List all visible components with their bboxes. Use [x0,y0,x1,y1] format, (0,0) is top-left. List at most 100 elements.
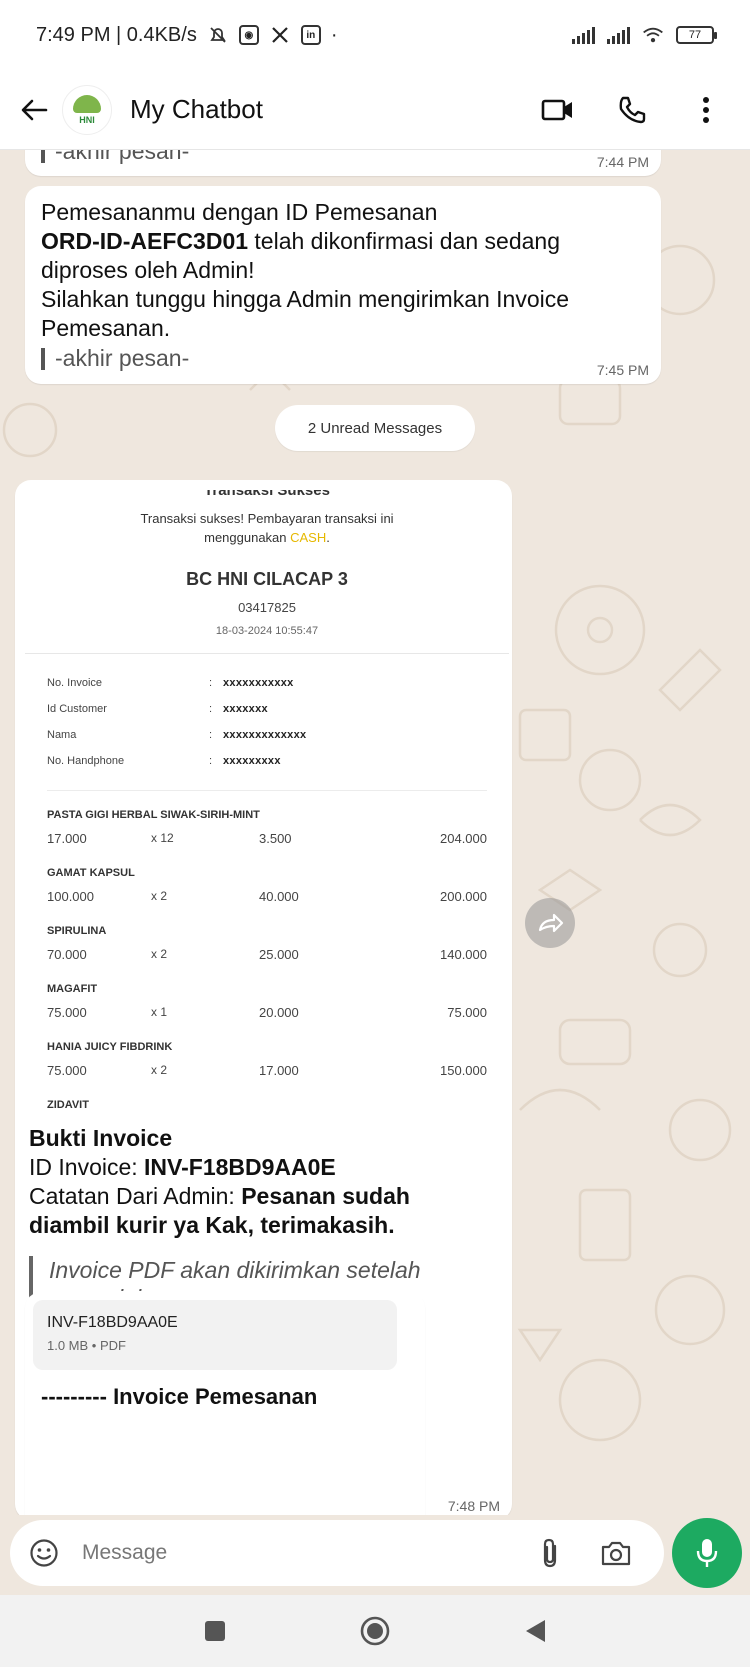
avatar-brand: HNI [79,114,95,125]
message-input[interactable] [82,1541,522,1565]
item-price: 70.000 [47,946,87,962]
document-message[interactable]: INV-F18BD9AA0E 1.0 MB • PDF --------- In… [25,1292,425,1515]
receipt-description: Transaksi sukses! Pembayaran transaksi i… [25,509,509,547]
back-arrow-icon[interactable] [14,90,54,130]
microphone-icon[interactable] [672,1518,742,1588]
info-value: xxxxxxx [223,703,268,715]
message-bubble-2[interactable]: Pemesananmu dengan ID Pemesanan ORD-ID-A… [25,186,661,384]
item-qty: x 12 [151,831,174,845]
receipt-desc-prefix: menggunakan [204,530,291,545]
app-notification-icon: ◉ [238,25,259,45]
message-composer [10,1520,664,1586]
chatbot-avatar[interactable]: HNI [62,84,112,135]
chat-title[interactable]: My Chatbot [130,94,263,125]
mute-alarm-icon [207,24,229,46]
info-label: No. Handphone [47,755,125,767]
msg-line-5: Pemesanan. [41,315,171,341]
info-label: Nama [47,729,77,741]
info-row: No. Invoice: xxxxxxxxxxx [47,670,509,696]
quote-bar [41,150,45,163]
transaction-datetime: 18-03-2024 10:55:47 [215,625,319,637]
item-name: HANIA JUICY FIBDRINK [47,1041,173,1053]
forward-icon[interactable] [525,898,575,948]
item-line: 100.000 x 2 40.000 200.000 [47,883,487,909]
caption-text: Invoice Pemesanan [113,1384,318,1409]
camera-icon[interactable] [598,1535,634,1571]
msg-line-2-rest: telah dikonfirmasi dan sedang [248,228,561,254]
receipt-desc-line-2: menggunakan CASH. [25,528,509,547]
item-price: 75.000 [47,1004,87,1020]
document-meta: 1.0 MB • PDF [47,1338,126,1353]
end-of-message-quote: -akhir pesan- [41,150,189,165]
info-colon: : [209,677,213,689]
info-colon: : [209,755,213,767]
msg-line-1: Pemesananmu dengan ID Pemesanan [41,199,438,225]
item-price: 17.000 [47,830,87,846]
more-options-icon[interactable] [688,92,724,128]
receipt-image[interactable]: Transaksi Sukses Transaksi sukses! Pemba… [25,490,509,1122]
item-name: ZIDAVIT [47,1099,89,1111]
item-total: 150.000 [440,1062,487,1078]
invoice-title: Bukti Invoice [29,1125,173,1151]
item-unit: 17.000 [259,1062,299,1078]
battery-icon: 77 [676,26,717,44]
admin-note-1: Pesanan sudah [241,1183,410,1209]
wifi-icon [642,24,664,46]
item-line: 75.000 x 2 17.000 150.000 [47,1057,487,1083]
signal-2-icon [607,26,630,44]
item-name: PASTA GIGI HERBAL SIWAK-SIRIH-MINT [47,809,260,821]
quote-bar [41,347,45,370]
signal-1-icon [572,26,595,44]
linkedin-icon: in [300,25,321,45]
receipt-items: PASTA GIGI HERBAL SIWAK-SIRIH-MINT 17.00… [25,805,509,1115]
pdf-document-card[interactable]: INV-F18BD9AA0E 1.0 MB • PDF [33,1300,397,1370]
msg-line-2: ORD-ID-AEFC3D01 telah dikonfirmasi dan s… [41,227,645,256]
msg-line-4: Silahkan tunggu hingga Admin mengirimkan… [41,286,570,312]
message-time: 7:45 PM [596,362,649,378]
message-time: 7:48 PM [447,1498,500,1514]
item-unit: 3.500 [259,830,292,846]
receipt-info: No. Invoice: xxxxxxxxxxx Id Customer: xxxx… [25,670,509,774]
status-right: 77 [572,24,717,46]
order-confirmation-text: Pemesananmu dengan ID Pemesanan ORD-ID-A… [41,198,645,343]
status-left: 7:49 PM | 0.4KB/s ◉ in · [36,24,338,47]
receipt-desc-line-1: Transaksi sukses! Pembayaran transaksi i… [140,511,394,526]
admin-note-label: Catatan Dari Admin: [29,1183,242,1209]
pdf-notice-line-1: Invoice PDF akan dikirimkan setelah [49,1257,421,1283]
item-total: 204.000 [440,830,487,846]
info-row: No. Handphone: xxxxxxxxx [47,748,509,774]
info-label: No. Invoice [47,677,103,689]
message-time: 7:44 PM [596,154,649,170]
item-qty: x 2 [151,1063,168,1077]
admin-note-line: Catatan Dari Admin: Pesanan sudah [29,1182,499,1211]
unread-messages-divider: 2 Unread Messages [275,405,475,451]
invoice-caption: Bukti Invoice ID Invoice: INV-F18BD9AA0E… [29,1124,499,1312]
end-of-message-quote: -akhir pesan- [41,345,645,372]
back-triangle-icon[interactable] [515,1611,555,1651]
msg-line-3: diproses oleh Admin! [41,257,255,283]
item-unit: 40.000 [259,888,299,904]
chat-area[interactable]: -akhir pesan- 7:44 PM Pemesananmu dengan… [0,150,750,1515]
home-circle-icon[interactable] [355,1611,395,1651]
item-total: 200.000 [440,888,487,904]
info-label: Id Customer [47,703,107,715]
invoice-id: INV-F18BD9AA0E [144,1154,336,1180]
item-price: 75.000 [47,1062,87,1078]
item-name: MAGAFIT [47,983,98,995]
app-bar: HNI My Chatbot [0,70,750,150]
info-colon: : [209,703,213,715]
info-row: Nama: xxxxxxxxxxxxx [47,722,509,748]
item-name: SPIRULINA [47,925,107,937]
admin-note-2: diambil kurir ya Kak, terimakasih. [29,1212,395,1238]
status-bar: 7:49 PM | 0.4KB/s ◉ in · 77 [0,0,750,70]
video-call-icon[interactable] [540,92,576,128]
invoice-id-label: ID Invoice: [29,1154,145,1180]
quote-text: -akhir pesan- [55,345,190,371]
voice-call-icon[interactable] [614,92,650,128]
document-caption: --------- Invoice Pemesanan [41,1384,317,1410]
recents-square-icon[interactable] [195,1611,235,1651]
message-bubble-1[interactable]: -akhir pesan- 7:44 PM [25,150,661,176]
attachment-icon[interactable] [532,1535,568,1571]
emoji-icon[interactable] [26,1535,62,1571]
item-line: 75.000 x 1 20.000 75.000 [47,999,487,1025]
